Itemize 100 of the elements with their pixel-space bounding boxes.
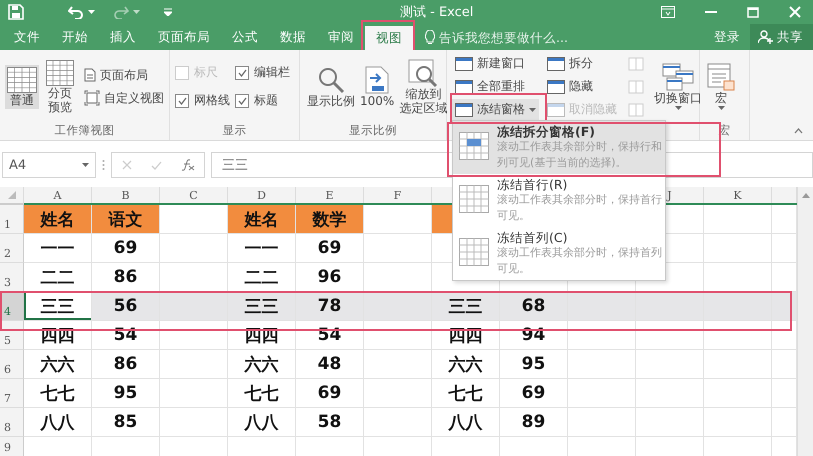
page-zoom-icon [365, 66, 390, 94]
table-cell [160, 408, 228, 437]
save-icon[interactable] [8, 4, 24, 20]
column-header[interactable]: C [189, 188, 198, 202]
freeze-panes-icon [459, 185, 489, 213]
table-cell: 69 [500, 379, 568, 408]
table-cell [704, 321, 772, 350]
table-cell: 三三 [24, 292, 92, 321]
row-header[interactable]: 9 [0, 437, 24, 456]
ribbon-button[interactable]: 全部重排 [452, 76, 528, 97]
column-header[interactable]: D [257, 188, 266, 202]
row-header[interactable]: 1 [0, 205, 24, 234]
ribbon-button[interactable]: 普通 [5, 64, 39, 108]
ribbon-button[interactable]: 冻结窗格 [452, 99, 539, 120]
caret-icon [674, 106, 682, 110]
column-header[interactable]: J [667, 188, 672, 202]
name-box[interactable]: A4 [2, 152, 96, 178]
enter-icon[interactable] [150, 160, 162, 170]
column-header[interactable]: K [733, 188, 742, 202]
table-cell: 三三 [432, 292, 500, 321]
custom-view-icon [84, 90, 100, 106]
row-header[interactable]: 2 [0, 234, 24, 263]
checkmark-icon [178, 96, 186, 104]
table-cell [568, 292, 636, 321]
ribbon-button[interactable]: 新建窗口 [452, 53, 528, 74]
group-label: 显示比例 [349, 123, 397, 137]
collapse-icon[interactable] [794, 128, 803, 134]
row-header[interactable]: 3 [0, 263, 24, 292]
row-header[interactable]: 7 [0, 379, 24, 408]
ribbon-tab[interactable]: 视图 [365, 26, 413, 50]
row-header[interactable]: 5 [0, 321, 24, 350]
checkbox[interactable]: 标题 [235, 88, 290, 114]
table-cell: 八八 [228, 408, 296, 437]
table-cell [704, 292, 772, 321]
table-cell [772, 379, 797, 408]
table-cell: 八八 [432, 408, 500, 437]
ribbon-button[interactable]: 100% [358, 64, 396, 110]
scroll-bar[interactable] [797, 187, 813, 456]
scroll-up-icon[interactable] [802, 193, 810, 198]
row-header[interactable]: 6 [0, 350, 24, 379]
window-icon [547, 80, 565, 94]
ribbon-button[interactable]: 拆分 [544, 53, 596, 74]
select-all-icon[interactable] [8, 191, 16, 199]
ribbon-button[interactable]: 隐藏 [544, 76, 596, 97]
checkbox[interactable]: 网格线 [175, 88, 230, 114]
menu-item-title: 冻结首列(C) [497, 230, 568, 245]
share-button[interactable]: 共享 [750, 24, 813, 50]
redo-icon[interactable] [113, 5, 129, 19]
function-icon[interactable] [180, 159, 194, 171]
table-cell [160, 292, 228, 321]
close-icon[interactable] [789, 6, 801, 18]
ribbon-button[interactable]: 分页 预览 [44, 58, 76, 116]
table-cell: 78 [296, 292, 364, 321]
tell-me-field[interactable]: 告诉我您想要做什么... [439, 30, 649, 44]
header-cell: 数学 [296, 205, 364, 234]
ribbon-button[interactable]: 自定义视图 [81, 88, 167, 108]
ribbon-button[interactable]: 显示比例 [305, 64, 357, 110]
column-header[interactable]: E [325, 188, 334, 202]
table-cell [364, 292, 432, 321]
window-title: 测试 - Excel [399, 4, 474, 21]
undo-icon[interactable] [68, 5, 84, 19]
zoom-selection-icon [408, 58, 438, 86]
column-header[interactable]: B [121, 188, 130, 202]
table-cell: 一一 [228, 234, 296, 263]
table-cell: 69 [296, 379, 364, 408]
checkmark-icon [238, 96, 246, 104]
table-cell [636, 350, 704, 379]
window-icon [547, 102, 565, 116]
customize-icon[interactable] [164, 8, 172, 16]
table-cell: 三三 [228, 292, 296, 321]
table-cell [568, 350, 636, 379]
page-icon [84, 68, 96, 82]
header-cell: 姓名 [24, 205, 92, 234]
ribbon-button[interactable]: 页面布局 [81, 64, 151, 86]
macro-icon [707, 63, 735, 91]
menu-item[interactable]: 冻结首列(C) 滚动工作表其余部分时，保持首列可见。 [453, 227, 665, 280]
window-icon [455, 80, 473, 94]
column-header[interactable]: F [394, 188, 402, 202]
row-header[interactable]: 8 [0, 408, 24, 437]
window-icon [455, 102, 473, 116]
header-cell: 语文 [92, 205, 160, 234]
menu-item[interactable]: 冻结拆分窗格(F) 滚动工作表其余部分时，保持行和列可见(基于当前的选择)。 [453, 121, 665, 174]
freeze-panes-icon [459, 132, 489, 160]
table-cell [160, 350, 228, 379]
table-cell: 八八 [24, 408, 92, 437]
menu-item-description: 滚动工作表其余部分时，保持行和列可见(基于当前的选择)。 [497, 139, 663, 171]
ribbon-button[interactable]: 切换窗口 [652, 61, 704, 112]
table-cell [704, 205, 772, 234]
cancel-icon[interactable] [122, 160, 132, 170]
ribbon-options-icon[interactable] [661, 6, 675, 18]
column-header[interactable]: A [54, 188, 62, 202]
table-cell: 89 [500, 408, 568, 437]
ribbon-button[interactable]: 缩放到 选定区域 [397, 56, 450, 116]
ribbon-button[interactable]: 宏 [705, 61, 737, 112]
maximize-icon[interactable] [747, 6, 759, 18]
checkbox[interactable]: 编辑栏 [235, 60, 290, 86]
menu-item[interactable]: 冻结首行(R) 滚动工作表其余部分时，保持首行可见。 [453, 174, 665, 227]
table-cell [364, 350, 432, 379]
table-cell: 一一 [24, 234, 92, 263]
table-cell: 86 [92, 350, 160, 379]
